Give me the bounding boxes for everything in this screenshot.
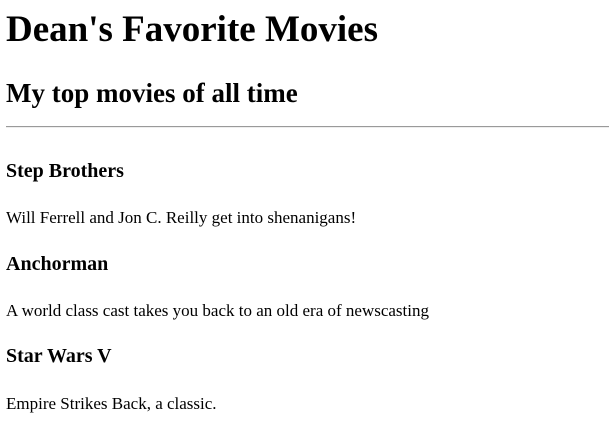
movie-title-step-brothers: Step Brothers xyxy=(6,160,124,182)
page-title: Dean's Favorite Movies xyxy=(6,9,378,50)
movie-title-anchorman: Anchorman xyxy=(6,253,109,275)
movie-description-step-brothers: Will Ferrell and Jon C. Reilly get into … xyxy=(6,208,357,227)
page-subtitle: My top movies of all time xyxy=(6,78,298,108)
movie-description-anchorman: A world class cast takes you back to an … xyxy=(6,301,429,320)
divider xyxy=(6,126,609,128)
movie-description-star-wars-v: Empire Strikes Back, a classic. xyxy=(6,394,217,413)
movie-title-star-wars-v: Star Wars V xyxy=(6,345,112,367)
